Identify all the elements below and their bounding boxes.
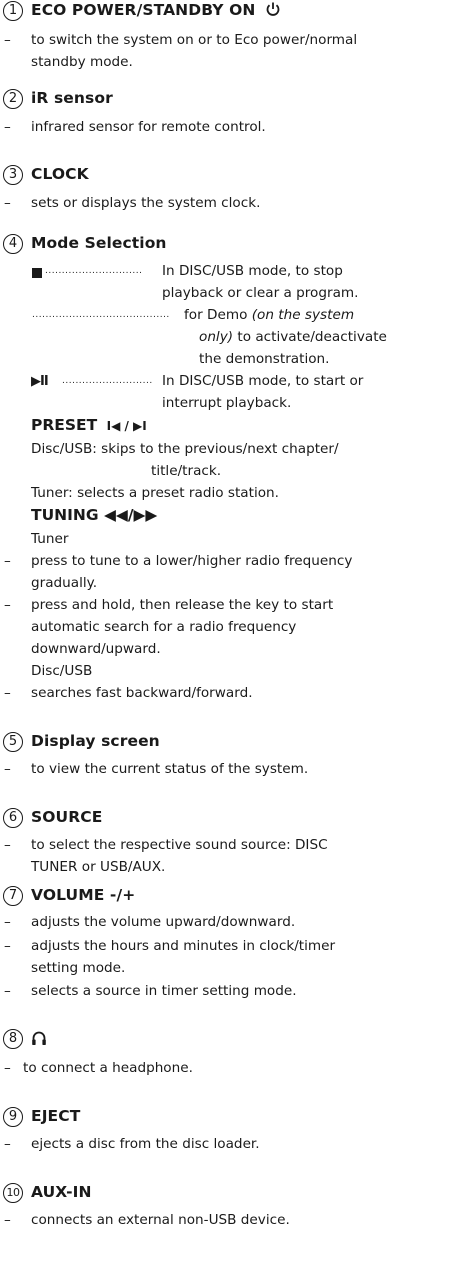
bullet-dash: –	[4, 1136, 11, 1152]
bullet-dash: –	[4, 32, 11, 48]
bullet-dash: –	[4, 553, 11, 569]
item-text: only) to activate/deactivate	[199, 327, 387, 348]
item-title-text: ECO POWER/STANDBY ON	[31, 1, 256, 19]
item-text-italic: only)	[199, 329, 234, 345]
item-number: 9	[3, 1107, 23, 1127]
item-text: to connect a headphone.	[23, 1060, 193, 1076]
preset-label: PRESET	[31, 416, 98, 434]
item-number: 5	[3, 732, 23, 752]
item-text: TUNER or USB/AUX.	[31, 859, 166, 875]
item-text: selects a source in timer setting mode.	[31, 983, 297, 999]
item-title: EJECT	[31, 1107, 81, 1125]
prev-next-icon: I◀ / ▶I	[106, 419, 147, 433]
item-text: to select the respective sound source: D…	[31, 837, 328, 853]
headphone-icon	[32, 1031, 46, 1045]
bullet-dash: –	[4, 983, 11, 999]
item-text: connects an external non-USB device.	[31, 1212, 290, 1228]
bullet-dash: –	[4, 837, 11, 853]
item-title: SOURCE	[31, 808, 103, 826]
item-text: sets or displays the system clock.	[31, 195, 261, 211]
item-text: gradually.	[31, 575, 98, 591]
item-number: 4	[3, 234, 23, 254]
bullet-dash: –	[4, 119, 11, 135]
item-text-italic: (on the system	[251, 307, 355, 323]
item-number: 7	[3, 886, 23, 906]
item-title: AUX-IN	[31, 1183, 92, 1201]
item-title: Display screen	[31, 732, 160, 750]
item-text: infrared sensor for remote control.	[31, 119, 266, 135]
item-text: press to tune to a lower/higher radio fr…	[31, 553, 353, 569]
bullet-dash: –	[4, 597, 11, 613]
item-number: 10	[3, 1183, 23, 1203]
item-text-part: for Demo	[184, 307, 252, 323]
item-text: adjusts the hours and minutes in clock/t…	[31, 938, 336, 954]
item-text: adjusts the volume upward/downward.	[31, 914, 296, 930]
bullet-dash: –	[4, 195, 11, 211]
bullet-dash: –	[4, 914, 11, 930]
item-text: ejects a disc from the disc loader.	[31, 1136, 260, 1152]
bullet-dash: –	[4, 938, 11, 954]
item-text: title/track.	[151, 463, 222, 479]
item-title: iR sensor	[31, 89, 113, 107]
leader-dots: .............................	[45, 266, 143, 276]
item-text-part: to activate/deactivate	[233, 329, 387, 345]
item-text: downward/upward.	[31, 641, 161, 657]
item-text: the demonstration.	[199, 351, 330, 367]
item-text: standby mode.	[31, 54, 133, 70]
item-text: automatic search for a radio frequency	[31, 619, 297, 635]
bullet-dash: –	[4, 1212, 11, 1228]
item-text: Disc/USB: skips to the previous/next cha…	[31, 441, 339, 457]
item-text: press and hold, then release the key to …	[31, 597, 334, 613]
item-text: setting mode.	[31, 960, 126, 976]
item-number: 2	[3, 89, 23, 109]
item-number: 8	[3, 1029, 23, 1049]
bullet-dash: –	[4, 761, 11, 777]
item-text: interrupt playback.	[162, 395, 292, 411]
leader-dots: ........................................…	[32, 310, 170, 320]
item-text: Tuner: selects a preset radio station.	[31, 485, 279, 501]
item-text: In DISC/USB mode, to stop	[162, 263, 343, 279]
item-text: for Demo (on the system	[184, 305, 354, 326]
item-text: to switch the system on or to Eco power/…	[31, 32, 358, 48]
item-number: 3	[3, 165, 23, 185]
power-icon	[266, 2, 280, 16]
item-title: CLOCK	[31, 165, 89, 183]
item-text: searches fast backward/forward.	[31, 685, 253, 701]
item-text: to view the current status of the system…	[31, 761, 309, 777]
item-text: Disc/USB	[31, 663, 93, 679]
item-title: Mode Selection	[31, 234, 167, 252]
stop-icon	[32, 268, 42, 278]
leader-dots: ...........................	[62, 376, 153, 386]
tuning-title: TUNING ◀◀/▶▶	[31, 506, 158, 524]
item-title: VOLUME -/+	[31, 886, 136, 904]
preset-title: PRESET I◀ / ▶I	[31, 415, 147, 437]
item-text: In DISC/USB mode, to start or	[162, 373, 364, 389]
item-number: 6	[3, 808, 23, 828]
bullet-dash: –	[4, 685, 11, 701]
play-pause-icon: ▶II	[31, 374, 49, 389]
item-text: Tuner	[31, 531, 69, 547]
item-text: playback or clear a program.	[162, 285, 359, 301]
item-title: ECO POWER/STANDBY ON	[31, 0, 281, 21]
bullet-dash: –	[4, 1060, 11, 1076]
item-number: 1	[3, 1, 23, 21]
